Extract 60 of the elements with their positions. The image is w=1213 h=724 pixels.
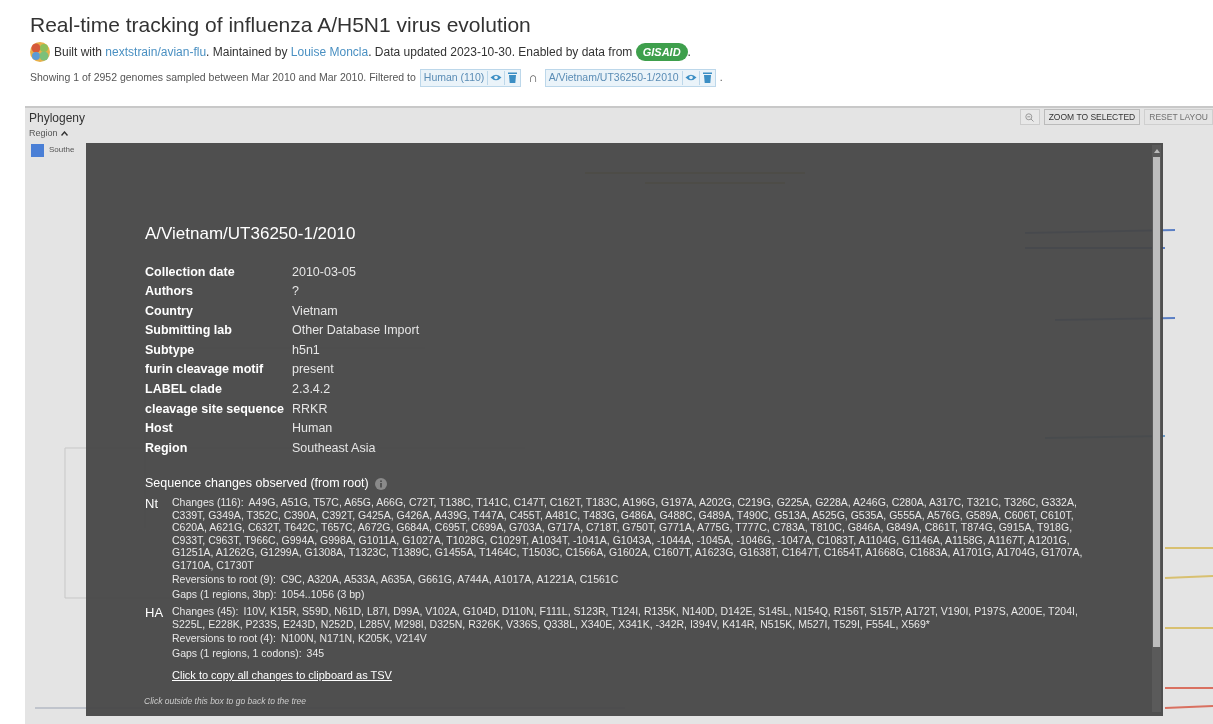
metadata-label: Host: [145, 420, 174, 438]
metadata-value: Human: [292, 420, 333, 438]
toolbar-button[interactable]: ZOOM TO SELECTED: [1043, 109, 1141, 125]
metadata-value: Vietnam: [292, 302, 338, 320]
filter-label: Human (110): [422, 69, 486, 85]
metadata-value: 2010-03-05: [292, 263, 356, 281]
intersection-symbol: ∩: [528, 69, 538, 87]
zoom-out-button[interactable]: [1019, 109, 1040, 125]
metadata-label: Region: [145, 439, 189, 457]
change-list: Gaps (1 regions, 1 codons): 345: [172, 646, 1093, 660]
metadata-label: Country: [145, 302, 194, 320]
metadata-value: Other Database Import: [292, 322, 420, 340]
byline-text: . Maintained by: [206, 44, 289, 61]
gisaid-badge: GISAID: [635, 42, 688, 62]
page-title: Real-time tracking of influenza A/H5N1 virus evolution: [30, 12, 532, 38]
zoom-out-icon: [1025, 112, 1035, 122]
legend-toggle[interactable]: Region: [29, 127, 68, 141]
view-button[interactable]: [681, 70, 699, 85]
byline-text: .: [687, 44, 691, 61]
metadata-label: Collection date: [145, 263, 236, 281]
metadata-label: Subtype: [145, 341, 196, 359]
change-list: Changes (45): I10V, K15R, S59D, N61D, L87I, D99A, V102A, G104D, D110N, F111L, S123R, T124I, R135K, N140D, D142E, S145L, N154Q, R156T, S157P, A172T, V190I, P197S, A200E, T204I, S225L, E228K, P233S, E243D, N252D, L285V, M298I, D325N, R326K, V336S, Q338L, X340E, X341K, -342R, I394V, K414R, N515K, M527I, T529I, F554L, X569*: [172, 605, 1093, 631]
metadata-label: LABEL clade: [145, 381, 223, 399]
metadata-label: cleavage site sequence: [145, 400, 285, 418]
section-title: Sequence changes observed (from root): [145, 475, 369, 493]
change-list: Reversions to root (4): N100N, N171N, K205K, V214V: [172, 632, 1093, 645]
logo-icon: [30, 42, 50, 62]
gene-name: HA: [145, 605, 165, 623]
metadata-label: furin cleavage motif: [145, 361, 265, 379]
eye-icon: [684, 73, 697, 83]
strain-name: A/Vietnam/UT36250-1/2010: [145, 223, 357, 245]
hint-text: Click outside this box to go back to the tree: [144, 695, 307, 708]
info-icon: [374, 477, 387, 490]
delete-button[interactable]: [698, 70, 715, 85]
metadata-value: 2.3.4.2: [292, 381, 331, 399]
metadata-value: present: [292, 361, 334, 379]
filter-label: A/Vietnam/UT36250-1/2010: [547, 69, 680, 85]
metadata-label: Submitting lab: [145, 322, 233, 340]
trash-icon: [508, 72, 518, 84]
change-list: Gaps (1 regions, 3bp): 1054..1056 (3 bp): [172, 587, 1093, 601]
change-list: Changes (116): A49G, A51G, T57C, A65G, A66G, C72T, T138C, T141C, C147T, C162T, T183C, A196G, G197A, A202G, C219G, G225A, G228A, A246G, C280A, A317C, T321C, T326C, G332A, C339T, G349A, T352C, C390A, C392T, G425A, G426A, A439G, T447A, C455T, A481C, T483G, G486A, G488C, G489A, T490C, G513A, A525G, G535A, G555A, A576G, G589A, C606T, C610T, C620A, A621G, C632T, T642C, T657C, A672G, G684A, C695T, C699A, G703A, G717A, C718T, G750T, G771A, A775G, T777C, C783A, T810C, G846A, G849A, C861T, T874G, G915A, T918G, C933T, C963T, T966C, G994A, G998A, G1011A, G1027A, T1028G, C1029T, A1034T, -1041A, G1043A, -1044A, -1045A, -1046G, -1047A, C1083T, A1104G, G1146A, A1158G, A1167T, A1201G, G1251A, A1262G, G1299A, G1308A, T1323C, T1389C, G1455A, T1464C, T1503C, C1566A, G1602A, C1607T, A1623G, G1638T, C1647T, C1654T, A1668G, C1683A, A1701G, A1704G, G1707A, G1710A, C1730T: [172, 496, 1093, 572]
panel-title: Phylogeny: [29, 110, 86, 127]
trash-icon: [702, 72, 712, 84]
summary-end: .: [719, 69, 723, 85]
metadata-value: RRKR: [292, 400, 328, 418]
gene-name: Nt: [145, 496, 159, 514]
metadata-value: Southeast Asia: [292, 439, 376, 457]
copy-link[interactable]: Click to copy all changes to clipboard as TSV: [172, 667, 392, 684]
scrollbar-thumb[interactable]: [1153, 157, 1160, 647]
byline-text: Built with: [54, 44, 104, 61]
metadata-value: h5n1: [292, 341, 320, 359]
metadata-label: Authors: [145, 283, 194, 301]
byline-text: . Data updated 2023-10-30. Enabled by data from: [368, 44, 634, 61]
summary-text: Showing 1 of 2952 genomes sampled between Mar 2010 and Mar 2010. Filtered to: [30, 69, 416, 85]
legend-label: Southe: [49, 144, 75, 156]
metadata-value: ?: [292, 283, 299, 301]
scrollbar[interactable]: [1152, 145, 1161, 712]
scroll-up-icon: [1153, 149, 1160, 153]
eye-icon: [490, 73, 503, 83]
change-list: Reversions to root (9): C9C, A320A, A533A, A635A, G661G, A744A, A1017A, A1221A, C1561C: [172, 573, 1093, 586]
